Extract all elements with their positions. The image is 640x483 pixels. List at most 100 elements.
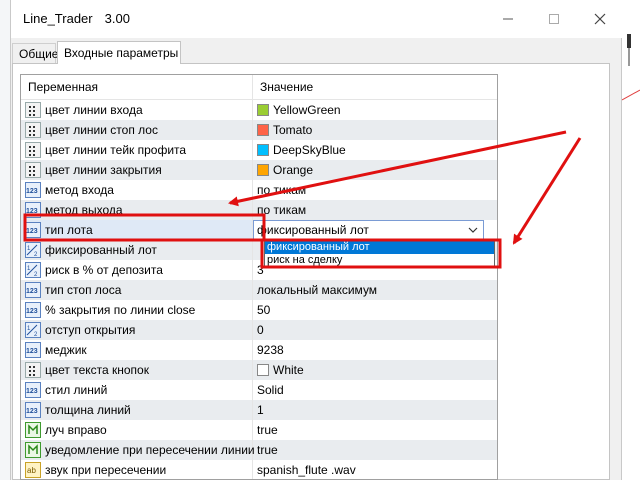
parameter-row[interactable]: цвет линии входа YellowGreen (21, 100, 497, 120)
parameter-row[interactable]: цвет линии закрытия Orange (21, 160, 497, 180)
parameter-name-cell[interactable]: 123 метод входа (21, 180, 253, 200)
parameter-value: по тикам (257, 203, 307, 217)
parameter-value-cell[interactable]: Solid (253, 380, 497, 400)
parameter-row[interactable]: 123 тип лота фиксированный лот (21, 220, 497, 240)
parameter-value-cell[interactable]: spanish_flute .wav (253, 460, 497, 479)
color-param-icon (25, 102, 41, 118)
close-icon (594, 13, 606, 25)
parameter-value-cell[interactable]: true (253, 440, 497, 460)
parameter-name-cell[interactable]: 123 толщина линий (21, 400, 253, 420)
parameter-value-cell[interactable]: 50 (253, 300, 497, 320)
parameter-row[interactable]: цвет текста кнопок White (21, 360, 497, 380)
parameter-name-cell[interactable]: 1 2 отступ открытия (21, 320, 253, 340)
parameter-name: цвет линии входа (45, 103, 143, 117)
window-title: Line_Trader 3.00 (23, 11, 130, 26)
svg-text:123: 123 (26, 348, 38, 355)
parameter-name: луч вправо (45, 423, 107, 437)
integer-param-icon: 123 (25, 402, 41, 418)
color-swatch (257, 124, 269, 136)
parameter-value-cell[interactable]: 0 (253, 320, 497, 340)
parameter-value-cell[interactable]: White (253, 360, 497, 380)
parameter-name-cell[interactable]: 123 меджик (21, 340, 253, 360)
parameter-name: стил линий (45, 383, 108, 397)
parameter-row[interactable]: луч вправо true (21, 420, 497, 440)
color-param-icon (25, 142, 41, 158)
parameter-row[interactable]: 123 толщина линий 1 (21, 400, 497, 420)
parameter-row[interactable]: цвет линии тейк профита DeepSkyBlue (21, 140, 497, 160)
parameter-name-cell[interactable]: цвет линии тейк профита (21, 140, 253, 160)
lot-type-combobox[interactable]: фиксированный лот (253, 220, 484, 240)
parameter-name-cell[interactable]: цвет линии входа (21, 100, 253, 120)
parameter-value-cell[interactable]: по тикам (253, 200, 497, 220)
column-header-value[interactable]: Значение (253, 75, 497, 100)
svg-text:123: 123 (26, 188, 38, 195)
parameter-value: White (273, 363, 304, 377)
title-bar: Line_Trader 3.00 (11, 0, 623, 38)
color-swatch (257, 364, 269, 376)
svg-text:123: 123 (26, 208, 38, 215)
column-header-variable[interactable]: Переменная (21, 75, 253, 100)
tab-common[interactable]: Общие (12, 43, 58, 64)
svg-text:123: 123 (26, 388, 38, 395)
combobox-value: фиксированный лот (257, 223, 369, 237)
parameter-row[interactable]: 1 2 отступ открытия 0 (21, 320, 497, 340)
parameter-name-cell[interactable]: 123 тип стоп лоса (21, 280, 253, 300)
parameter-name-cell[interactable]: ab звук при пересечении (21, 460, 253, 479)
parameter-name-cell[interactable]: 123 % закрытия по линии close (21, 300, 253, 320)
double-param-icon: 12 (25, 262, 41, 278)
parameter-value-cell[interactable]: YellowGreen (253, 100, 497, 120)
parameter-row[interactable]: 123 метод входа по тикам (21, 180, 497, 200)
parameter-value: true (257, 443, 278, 457)
parameter-value: 3 (257, 263, 264, 277)
chart-background-right (621, 0, 640, 480)
dropdown-option-risk-per-trade[interactable]: риск на сделку (265, 254, 494, 267)
color-param-icon (25, 162, 41, 178)
parameter-name: отступ открытия (45, 323, 136, 337)
window-title-version: 3.00 (104, 11, 130, 26)
parameter-name-cell[interactable]: 123 метод выхода (21, 200, 253, 220)
parameter-row[interactable]: 123 % закрытия по линии close 50 (21, 300, 497, 320)
parameter-value-cell[interactable]: DeepSkyBlue (253, 140, 497, 160)
parameter-value: 9238 (257, 343, 284, 357)
dropdown-option-fixed-lot[interactable]: фиксированный лот (265, 241, 494, 254)
parameter-row[interactable]: 123 стил линий Solid (21, 380, 497, 400)
minimize-button[interactable] (485, 0, 531, 38)
parameter-value-cell[interactable]: Orange (253, 160, 497, 180)
parameter-name: цвет линии закрытия (45, 163, 162, 177)
parameter-value-cell[interactable]: 1 (253, 400, 497, 420)
close-button[interactable] (577, 0, 623, 38)
parameter-value-cell[interactable]: Tomato (253, 120, 497, 140)
parameter-row[interactable]: ab звук при пересечении spanish_flute .wav (21, 460, 497, 479)
parameter-value: true (257, 423, 278, 437)
lot-type-dropdown-list[interactable]: фиксированный лот риск на сделку (264, 239, 495, 268)
parameter-row[interactable]: цвет линии стоп лос Tomato (21, 120, 497, 140)
maximize-button[interactable] (531, 0, 577, 38)
parameter-row[interactable]: 123 тип стоп лоса локальный максимум (21, 280, 497, 300)
parameter-name: метод выхода (45, 203, 123, 217)
parameter-name-cell[interactable]: 1 2 фиксированный лот (21, 240, 253, 260)
bool-param-icon (25, 422, 41, 438)
parameter-row[interactable]: уведомление при пересечении линии true (21, 440, 497, 460)
parameter-value-cell[interactable]: по тикам (253, 180, 497, 200)
parameter-name-cell[interactable]: 123 тип лота (21, 220, 253, 240)
parameter-name-cell[interactable]: уведомление при пересечении линии (21, 440, 255, 460)
svg-text:123: 123 (26, 288, 38, 295)
parameter-value-cell[interactable]: локальный максимум (253, 280, 497, 300)
parameter-name: цвет линии тейк профита (45, 143, 187, 157)
parameter-name-cell[interactable]: цвет линии закрытия (21, 160, 253, 180)
parameter-name-cell[interactable]: цвет текста кнопок (21, 360, 253, 380)
chevron-down-icon[interactable] (466, 222, 480, 238)
parameter-name-cell[interactable]: 123 стил линий (21, 380, 253, 400)
parameter-row[interactable]: 123 метод выхода по тикам (21, 200, 497, 220)
minimize-icon (503, 18, 513, 20)
parameter-value: DeepSkyBlue (273, 143, 346, 157)
parameter-row[interactable]: 123 меджик 9238 (21, 340, 497, 360)
parameter-name-cell[interactable]: цвет линии стоп лос (21, 120, 253, 140)
tab-input-parameters[interactable]: Входные параметры (57, 41, 181, 64)
parameter-value-cell[interactable]: true (253, 420, 497, 440)
maximize-icon (549, 14, 559, 24)
parameter-name-cell[interactable]: луч вправо (21, 420, 253, 440)
parameter-value: Orange (273, 163, 314, 177)
parameter-name-cell[interactable]: 1 2 риск в % от депозита (21, 260, 253, 280)
parameter-value-cell[interactable]: 9238 (253, 340, 497, 360)
